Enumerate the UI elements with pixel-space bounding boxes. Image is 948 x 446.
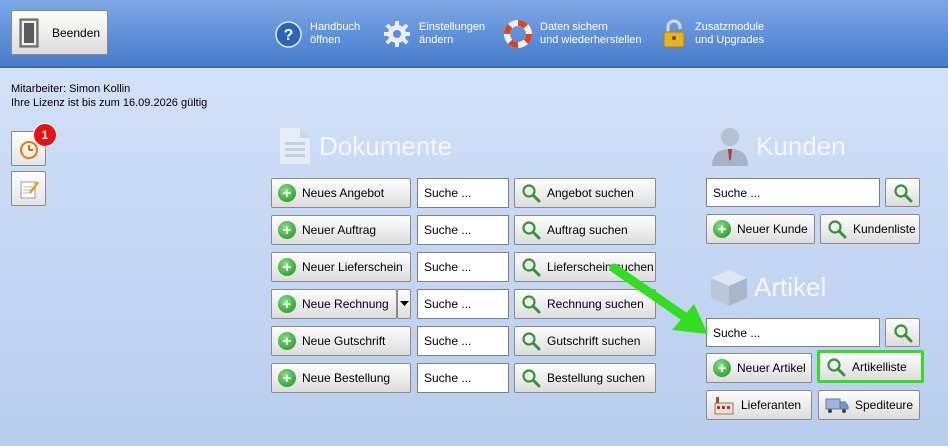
new-document-button[interactable]: + Neue Gutschrift — [271, 326, 411, 356]
documents-title: Dokumente — [319, 131, 452, 161]
magnifier-icon — [826, 357, 846, 377]
new-document-label: Neuer Auftrag — [302, 223, 377, 237]
new-customer-label: Neuer Kunde — [737, 222, 808, 236]
forwarders-button[interactable]: Spediteure — [818, 390, 920, 420]
employee-info: Mitarbeiter: Simon Kollin — [11, 83, 131, 95]
invoice-dropdown-button[interactable] — [397, 289, 411, 319]
customer-list-label: Kundenliste — [853, 222, 916, 236]
plus-icon: + — [278, 184, 296, 202]
new-document-label: Neues Angebot — [302, 186, 385, 200]
backup-line2: und wiederherstellen — [540, 34, 642, 46]
addons-line1: Zusatzmodule — [695, 21, 765, 33]
exit-label: Beenden — [52, 25, 101, 40]
plus-icon: + — [278, 295, 296, 313]
door-icon — [19, 18, 39, 47]
plus-icon: + — [278, 258, 296, 276]
magnifier-icon — [521, 183, 541, 203]
customer-search-button[interactable] — [885, 178, 920, 207]
new-document-button[interactable]: + Neue Rechnung — [271, 289, 397, 319]
document-search-input[interactable]: Suche ... — [417, 289, 509, 319]
document-search-input[interactable]: Suche ... — [417, 178, 509, 208]
document-search-input[interactable]: Suche ... — [417, 252, 509, 282]
article-search-input[interactable]: Suche ... — [706, 318, 880, 347]
plus-icon: + — [278, 221, 296, 239]
document-search-label: Auftrag suchen — [547, 223, 628, 237]
license-info: Ihre Lizenz ist bis zum 16.09.2026 gülti… — [11, 97, 208, 109]
magnifier-icon — [827, 219, 847, 239]
forwarders-label: Spediteure — [855, 398, 914, 412]
person-icon — [712, 128, 748, 166]
help-icon: ? — [275, 20, 302, 48]
document-search-input[interactable]: Suche ... — [417, 363, 509, 393]
articles-title: Artikel — [754, 272, 827, 302]
backup-line1: Daten sichern — [540, 21, 608, 33]
new-article-button[interactable]: + Neuer Artikel — [706, 353, 812, 383]
new-document-button[interactable]: + Neue Bestellung — [271, 363, 411, 393]
lifebuoy-icon — [504, 20, 532, 48]
document-search-button[interactable]: Auftrag suchen — [514, 215, 656, 245]
plus-icon: + — [278, 369, 296, 387]
customer-search-input[interactable]: Suche ... — [706, 178, 880, 207]
factory-icon — [714, 397, 734, 415]
article-search-button[interactable] — [885, 318, 920, 347]
new-document-button[interactable]: + Neues Angebot — [271, 178, 411, 208]
magnifier-icon — [521, 331, 541, 351]
article-list-button[interactable]: Artikelliste — [817, 350, 924, 383]
magnifier-icon — [521, 294, 541, 314]
green-arrow-annotation — [609, 263, 708, 334]
addons-button[interactable]: Zusatzmodule und Upgrades — [661, 17, 764, 51]
document-search-label: Bestellung suchen — [547, 371, 646, 385]
plus-icon: + — [713, 359, 731, 377]
document-search-input[interactable]: Suche ... — [417, 326, 509, 356]
article-list-label: Artikelliste — [852, 359, 907, 374]
customers-title: Kunden — [756, 131, 846, 161]
new-document-label: Neue Rechnung — [302, 297, 389, 311]
plus-icon: + — [713, 220, 731, 238]
magnifier-icon — [893, 323, 913, 343]
magnifier-icon — [521, 220, 541, 240]
new-document-label: Neue Gutschrift — [302, 334, 386, 348]
notepad-icon — [20, 180, 39, 198]
suppliers-label: Lieferanten — [741, 398, 802, 412]
suppliers-button[interactable]: Lieferanten — [706, 390, 812, 420]
addons-line2: und Upgrades — [695, 34, 765, 46]
help-line2: öffnen — [310, 34, 341, 46]
svg-text:?: ? — [284, 27, 294, 44]
document-search-input[interactable]: Suche ... — [417, 215, 509, 245]
backup-button[interactable]: Daten sichern und wiederherstellen — [504, 17, 642, 51]
magnifier-icon — [521, 368, 541, 388]
help-line1: Handbuch — [310, 21, 361, 33]
magnifier-icon — [893, 183, 913, 203]
document-search-button[interactable]: Bestellung suchen — [514, 363, 656, 393]
truck-icon — [825, 398, 849, 413]
document-icon — [280, 128, 310, 164]
new-document-label: Neue Bestellung — [302, 371, 391, 385]
reminder-count-badge: 1 — [33, 123, 57, 147]
notes-button[interactable] — [11, 171, 46, 206]
new-document-label: Neuer Lieferschein — [302, 260, 403, 274]
settings-button[interactable]: Einstellungen ändern — [383, 17, 485, 51]
settings-line1: Einstellungen — [419, 21, 486, 33]
document-search-button[interactable]: Angebot suchen — [514, 178, 656, 208]
new-article-label: Neuer Artikel — [737, 361, 806, 375]
new-document-button[interactable]: + Neuer Auftrag — [271, 215, 411, 245]
settings-line2: ändern — [419, 34, 454, 46]
new-document-button[interactable]: + Neuer Lieferschein — [271, 252, 411, 282]
new-customer-button[interactable]: + Neuer Kunde — [706, 214, 815, 244]
help-button[interactable]: ? Handbuch öffnen — [275, 17, 360, 51]
customer-list-button[interactable]: Kundenliste — [820, 214, 920, 244]
exit-button[interactable]: Beenden — [11, 10, 108, 55]
plus-icon: + — [278, 332, 296, 350]
document-search-label: Angebot suchen — [547, 186, 634, 200]
chevron-down-icon — [400, 301, 409, 306]
gear-icon — [384, 21, 410, 47]
magnifier-icon — [521, 257, 541, 277]
lock-icon — [663, 19, 685, 48]
